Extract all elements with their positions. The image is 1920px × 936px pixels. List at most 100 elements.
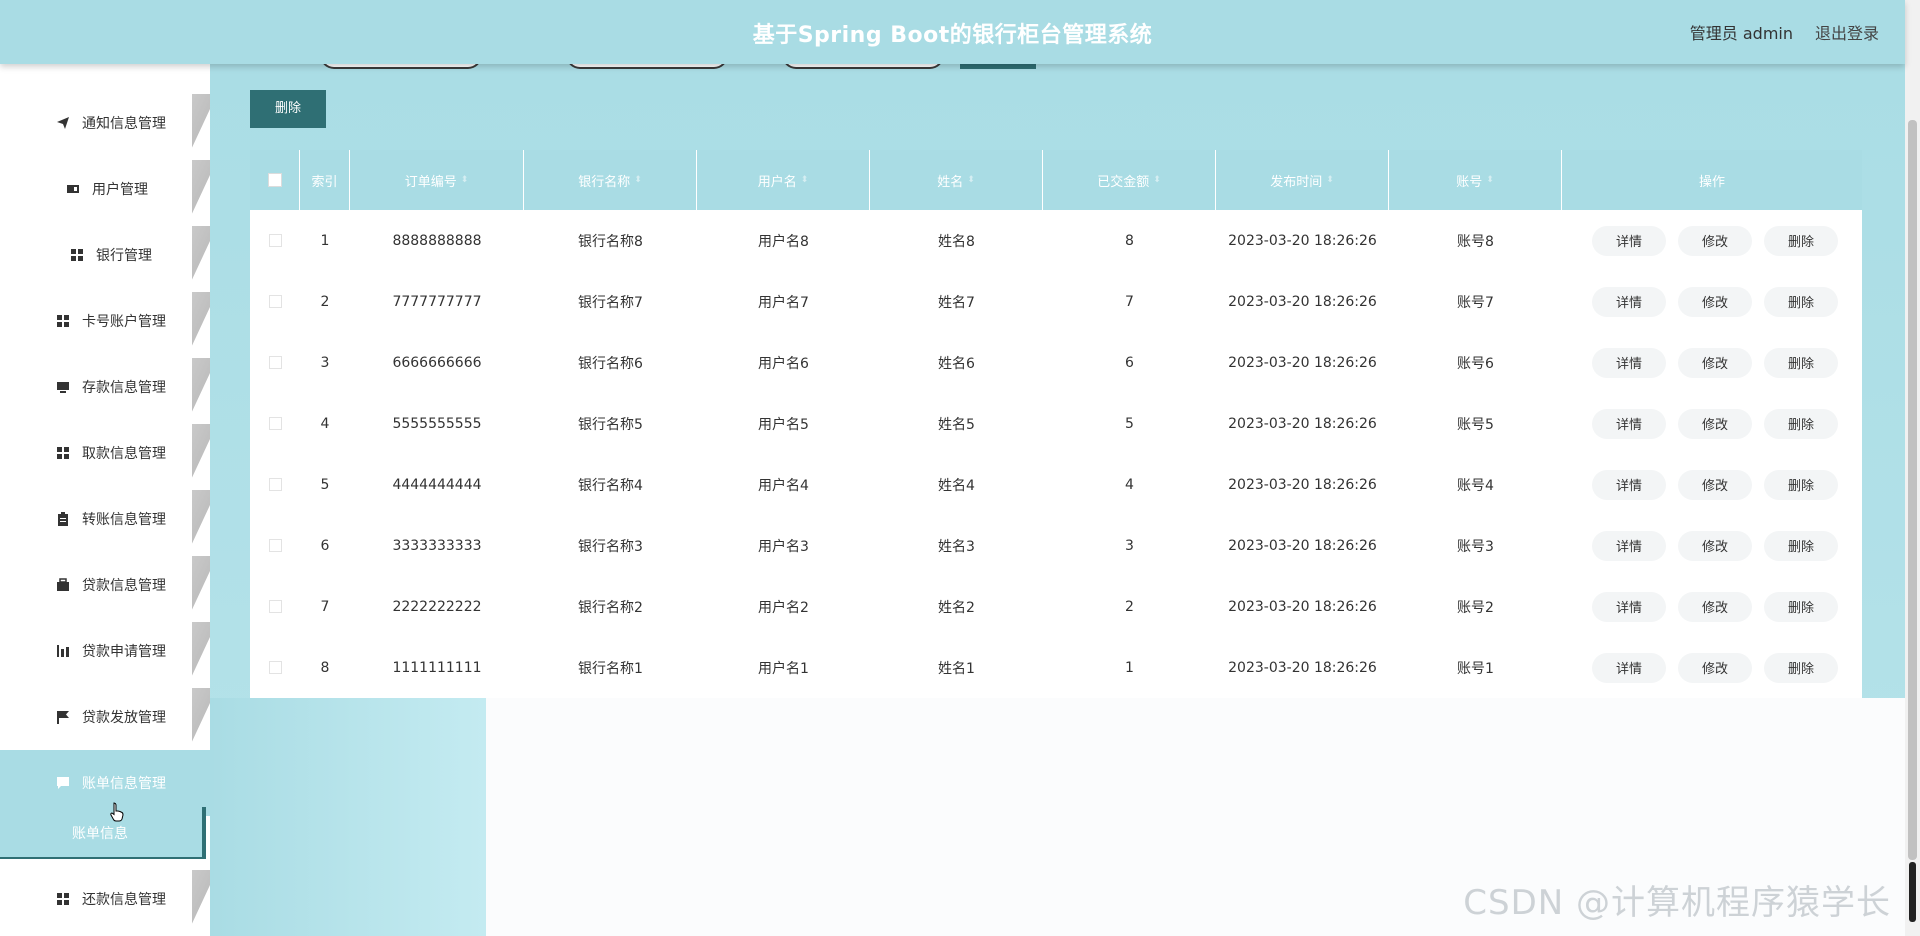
row-checkbox[interactable] (268, 539, 282, 552)
cell-actions: 详情 修改 删除 (1562, 393, 1862, 454)
cell-name: 姓名1 (938, 660, 975, 677)
id-card-icon (66, 182, 80, 196)
cell-name: 姓名5 (938, 416, 975, 433)
column-header-actions: 操作 (1562, 150, 1862, 210)
sidebar-edge-decoration (192, 358, 210, 416)
detail-button[interactable]: 详情 (1592, 530, 1666, 561)
header-select-all[interactable] (250, 150, 300, 210)
detail-button[interactable]: 详情 (1592, 591, 1666, 622)
delete-button[interactable]: 删除 (1764, 347, 1838, 378)
delete-button[interactable]: 删除 (1764, 286, 1838, 317)
edit-button[interactable]: 修改 (1678, 469, 1752, 500)
column-header-bank[interactable]: 银行名称 ⬍ (524, 150, 697, 210)
delete-button[interactable]: 删除 (1764, 225, 1838, 256)
scrollbar-thumb[interactable] (1908, 120, 1917, 860)
select-all-checkbox[interactable] (267, 173, 282, 187)
sidebar-item-loan-release[interactable]: 贷款发放管理 (0, 684, 210, 750)
row-checkbox[interactable] (268, 356, 282, 369)
sidebar-item-label: 通知信息管理 (82, 116, 166, 132)
cell-index: 7 (320, 598, 330, 615)
sort-icon[interactable]: ⬍ (1326, 175, 1334, 185)
sort-icon[interactable]: ⬍ (801, 175, 809, 185)
row-select-cell[interactable] (250, 637, 300, 698)
sidebar-item-repayment[interactable]: 还款信息管理 (0, 866, 210, 932)
sort-icon[interactable]: ⬍ (634, 175, 642, 185)
sidebar-item-users[interactable]: 用户管理 (0, 156, 210, 222)
edit-button[interactable]: 修改 (1678, 225, 1752, 256)
main-content: 删除 索引 订单编号 ⬍ 银行名称 ⬍ 用户名 ⬍ 姓名 ⬍ 已交金额 ⬍ 发布… (210, 0, 1905, 936)
edit-button[interactable]: 修改 (1678, 530, 1752, 561)
sidebar-subitem-bill-info[interactable]: 账单信息 (0, 807, 206, 859)
cell-index: 2 (320, 293, 330, 310)
delete-button[interactable]: 删除 (1764, 530, 1838, 561)
edit-button[interactable]: 修改 (1678, 408, 1752, 439)
detail-button[interactable]: 详情 (1592, 347, 1666, 378)
cell-paid: 1 (1125, 659, 1134, 676)
row-select-cell[interactable] (250, 393, 300, 454)
row-checkbox[interactable] (268, 478, 282, 491)
edit-button[interactable]: 修改 (1678, 347, 1752, 378)
row-checkbox[interactable] (268, 295, 282, 308)
edit-button[interactable]: 修改 (1678, 652, 1752, 683)
detail-button[interactable]: 详情 (1592, 469, 1666, 500)
batch-delete-button[interactable]: 删除 (250, 90, 326, 128)
cell-name: 姓名3 (938, 538, 975, 555)
sidebar-item-withdraw[interactable]: 取款信息管理 (0, 420, 210, 486)
row-select-cell[interactable] (250, 332, 300, 393)
column-header-account[interactable]: 账号 ⬍ (1389, 150, 1562, 210)
page-scrollbar[interactable] (1905, 0, 1920, 936)
delete-button[interactable]: 删除 (1764, 591, 1838, 622)
cell-index: 1 (320, 232, 330, 249)
sort-icon[interactable]: ⬍ (1486, 175, 1494, 185)
cell-account: 账号4 (1457, 477, 1494, 494)
detail-button[interactable]: 详情 (1592, 408, 1666, 439)
detail-button[interactable]: 详情 (1592, 652, 1666, 683)
row-checkbox[interactable] (268, 661, 282, 674)
sort-icon[interactable]: ⬍ (461, 175, 469, 185)
sidebar-item-bank[interactable]: 银行管理 (0, 222, 210, 288)
column-header-label: 姓名 (937, 174, 964, 190)
sort-icon[interactable]: ⬍ (967, 175, 975, 185)
detail-button[interactable]: 详情 (1592, 225, 1666, 256)
grid-icon (56, 446, 70, 460)
column-header-name[interactable]: 姓名 ⬍ (870, 150, 1043, 210)
row-select-cell[interactable] (250, 515, 300, 576)
cell-bank: 银行名称5 (578, 416, 643, 433)
cell-actions: 详情 修改 删除 (1562, 515, 1862, 576)
cell-order-no: 8888888888 (392, 232, 482, 249)
logout-link[interactable]: 退出登录 (1815, 20, 1879, 44)
column-header-time[interactable]: 发布时间 ⬍ (1216, 150, 1389, 210)
delete-button[interactable]: 删除 (1764, 469, 1838, 500)
column-header-order-no[interactable]: 订单编号 ⬍ (350, 150, 524, 210)
edit-button[interactable]: 修改 (1678, 286, 1752, 317)
sidebar-item-card-account[interactable]: 卡号账户管理 (0, 288, 210, 354)
row-checkbox[interactable] (268, 234, 282, 247)
cell-paid: 5 (1125, 415, 1134, 432)
column-header-label: 订单编号 (404, 174, 457, 190)
sidebar-item-deposit[interactable]: 存款信息管理 (0, 354, 210, 420)
delete-button[interactable]: 删除 (1764, 652, 1838, 683)
sidebar-item-notice[interactable]: 通知信息管理 (0, 90, 210, 156)
column-header-username[interactable]: 用户名 ⬍ (697, 150, 870, 210)
row-select-cell[interactable] (250, 576, 300, 637)
send-icon (56, 116, 70, 130)
sidebar-item-transfer[interactable]: 转账信息管理 (0, 486, 210, 552)
sidebar-item-loan-apply[interactable]: 贷款申请管理 (0, 618, 210, 684)
sidebar-item-label: 账单信息管理 (82, 776, 166, 792)
table-header: 索引 订单编号 ⬍ 银行名称 ⬍ 用户名 ⬍ 姓名 ⬍ 已交金额 ⬍ 发布时间 ⬍ 账号 ⬍ (250, 150, 1862, 210)
row-select-cell[interactable] (250, 271, 300, 332)
row-select-cell[interactable] (250, 210, 300, 271)
row-checkbox[interactable] (268, 600, 282, 613)
delete-button[interactable]: 删除 (1764, 408, 1838, 439)
clipboard-icon (56, 512, 70, 526)
sidebar-item-loan-info[interactable]: 贷款信息管理 (0, 552, 210, 618)
row-checkbox[interactable] (268, 417, 282, 430)
cell-bank: 银行名称1 (578, 660, 643, 677)
column-header-paid[interactable]: 已交金额 ⬍ (1043, 150, 1216, 210)
row-select-cell[interactable] (250, 454, 300, 515)
cell-actions: 详情 修改 删除 (1562, 576, 1862, 637)
edit-button[interactable]: 修改 (1678, 591, 1752, 622)
sort-icon[interactable]: ⬍ (1153, 175, 1161, 185)
detail-button[interactable]: 详情 (1592, 286, 1666, 317)
cell-username: 用户名5 (758, 416, 809, 433)
